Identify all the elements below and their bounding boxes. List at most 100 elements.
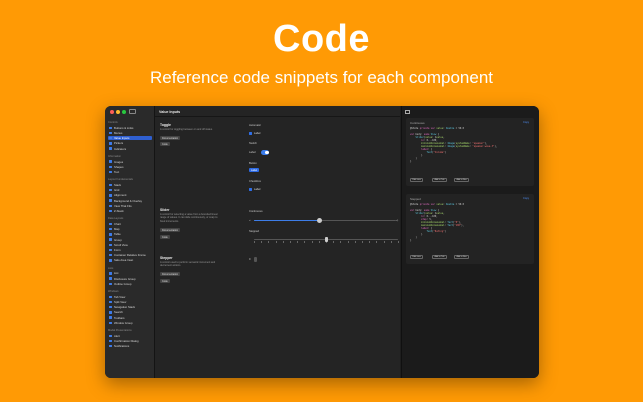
code-card-title: Stepped — [410, 197, 421, 201]
sidebar-item-z-stack[interactable]: Z-Stack — [108, 209, 152, 213]
sidebar-item-label: Scroll View — [114, 242, 128, 247]
sidebar-item-alignment[interactable]: Alignment — [108, 193, 152, 197]
code-action-edit-view[interactable]: Edit view — [410, 255, 424, 259]
stepped-slider-tick — [340, 241, 342, 243]
code-action-edit-view[interactable]: Edit view — [410, 178, 424, 182]
stepper-value: 0 — [249, 258, 251, 261]
sidebar-item-view-that-fits[interactable]: View That Fits — [108, 204, 152, 208]
sidebar-item-tab-view[interactable]: Tab View — [108, 295, 152, 299]
stepped-slider-tick — [354, 241, 356, 243]
sidebar-item-indicators[interactable]: Indicators — [108, 146, 152, 151]
slider-code-button[interactable]: Code — [160, 235, 170, 239]
sidebar-item-window-group[interactable]: Window Group — [108, 321, 152, 325]
sidebar-toggle-icon[interactable] — [129, 109, 136, 114]
stepped-slider-tick — [268, 241, 270, 243]
sidebar-item-toolbars[interactable]: Toolbars — [108, 315, 152, 320]
sidebar-item-map[interactable]: Map — [108, 227, 152, 231]
sidebar-section-header: Windows — [108, 290, 119, 293]
sidebar-item-menus[interactable]: Menus — [108, 131, 152, 135]
automatic-label: Automatic — [249, 124, 261, 127]
sidebar-item-disclosure-group[interactable]: Disclosure Group — [108, 276, 152, 281]
sidebar-item-scroll-view[interactable]: Scroll View — [108, 243, 152, 247]
toggle-code-button[interactable]: Code — [160, 142, 170, 146]
sidebar-item-label: Confirmation Dialog — [114, 338, 139, 343]
sidebar-item-buttons-links[interactable]: Buttons & Links — [108, 126, 152, 130]
sidebar-item-stack[interactable]: Stack — [108, 183, 152, 187]
sidebar-item-shapes[interactable]: Shapes — [108, 165, 152, 169]
continuous-slider-knob[interactable] — [316, 218, 322, 223]
switch-toggle[interactable] — [261, 150, 269, 155]
sidebar-item-icon — [109, 295, 112, 298]
stepped-slider-tick — [376, 241, 378, 243]
checkbox-toggle[interactable]: Label — [249, 188, 260, 191]
sidebar-item-icon — [109, 282, 112, 285]
sidebar-item-split-view[interactable]: Split View — [108, 300, 152, 304]
code-action-add-to-box[interactable]: Add to Box — [454, 255, 470, 259]
sidebar-section-header: Data Layouts — [108, 217, 124, 221]
continuous-slider-fill — [254, 220, 320, 222]
sidebar-item-icon — [109, 339, 112, 343]
sidebar-item-group[interactable]: Group — [108, 237, 152, 242]
sidebar-item-icon — [109, 259, 112, 262]
sidebar-item-icon — [109, 204, 112, 207]
sidebar-item-label: Notifications — [114, 344, 130, 349]
sidebar-item-confirmation-dialog[interactable]: Confirmation Dialog — [108, 339, 152, 343]
sidebar-item-label: Tab View — [114, 294, 126, 299]
sidebar-item-search[interactable]: Search — [108, 310, 152, 314]
code-block: @State private var value: Double = 50.0 … — [410, 203, 465, 242]
hero-title: Code — [273, 18, 370, 60]
sidebar-item-icon — [109, 248, 112, 252]
stepped-slider-tick — [362, 241, 363, 243]
button-style-label: Button — [249, 162, 257, 165]
inspector-toggle-icon[interactable] — [405, 110, 410, 114]
code-action-add-to-tab[interactable]: Add to Tab — [432, 255, 447, 259]
close-window-button[interactable] — [110, 110, 114, 114]
sidebar-item-safe-area-inset[interactable]: Safe Area Inset — [108, 258, 152, 262]
code-action-add-to-box[interactable]: Add to Box — [454, 178, 470, 182]
sidebar-item-background-overlay[interactable]: Background & Overlay — [108, 198, 152, 203]
slider-documentation-button[interactable]: Documentation — [160, 228, 181, 232]
sidebar-item-navigation-stack[interactable]: Navigation Stack — [108, 305, 152, 309]
stepper-documentation-button[interactable]: Documentation — [160, 272, 181, 276]
sidebar-item-label: Value Inputs — [114, 136, 130, 141]
code-action-add-to-tab[interactable]: Add to Tab — [432, 178, 447, 182]
stepped-slider-tick — [347, 241, 349, 243]
sidebar-item-list[interactable]: List — [108, 271, 152, 275]
sidebar-item-table[interactable]: Table — [108, 232, 152, 236]
sidebar-section-header: Modal Presentations — [108, 329, 132, 332]
sidebar-item-value-inputs[interactable]: Value Inputs — [108, 136, 152, 141]
sidebar-item-icon — [109, 321, 112, 324]
toggle-button-style[interactable]: Label — [249, 168, 260, 173]
sidebar-item-label: Alignment — [114, 193, 127, 198]
stepped-slider-tick — [290, 241, 291, 243]
minimize-window-button[interactable] — [116, 110, 120, 114]
copy-button[interactable]: Copy — [523, 121, 529, 124]
automatic-checkbox[interactable]: Label — [249, 132, 260, 135]
sidebar-item-icon — [109, 311, 112, 314]
sidebar-item-label: Z-Stack — [114, 208, 124, 213]
sidebar-item-form[interactable]: Form — [108, 248, 152, 252]
sidebar-item-chart[interactable]: Chart — [108, 222, 152, 226]
sidebar-item-images[interactable]: Images — [108, 159, 152, 164]
sidebar-item-grid[interactable]: Grid — [108, 188, 152, 192]
sidebar-item-label: Search — [114, 310, 123, 315]
stepped-slider-knob[interactable] — [324, 237, 328, 242]
stepper-code-button[interactable]: Code — [160, 279, 170, 283]
stepped-slider-tick — [297, 241, 298, 243]
sidebar-item-notifications[interactable]: Notifications — [108, 344, 152, 348]
stepper-description: A control used to perform semantic incre… — [160, 261, 216, 268]
speaker-wave-icon: ◂) — [396, 219, 399, 222]
code-panel: Continuous Copy @State private var value… — [401, 106, 539, 378]
stepped-slider-tick — [282, 241, 284, 243]
copy-button[interactable]: Copy — [523, 197, 529, 200]
sidebar-item-text[interactable]: Text — [108, 170, 152, 174]
sidebar-item-icon — [109, 345, 112, 348]
toggle-documentation-button[interactable]: Documentation — [160, 136, 181, 140]
stepper-control[interactable] — [254, 257, 257, 262]
sidebar-item-outline-group[interactable]: Outline Group — [108, 282, 152, 286]
sidebar-item-pickers[interactable]: Pickers — [108, 141, 152, 145]
sidebar-item-label: Menus — [114, 130, 123, 135]
sidebar-item-container-relative-frame[interactable]: Container Relative Frame — [108, 253, 152, 257]
sidebar-item-alert[interactable]: Alert — [108, 334, 152, 338]
zoom-window-button[interactable] — [122, 110, 126, 114]
